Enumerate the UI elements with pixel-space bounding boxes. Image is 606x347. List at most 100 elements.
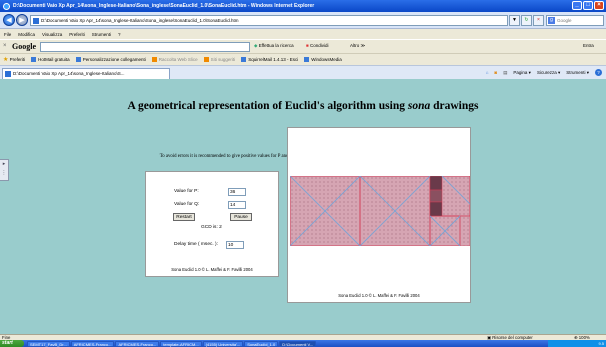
share-button-label: Condividi bbox=[309, 43, 329, 48]
safety-menu-label: Sicurezza bbox=[536, 69, 557, 75]
heading-suffix: drawings bbox=[430, 100, 479, 112]
suggested-sites-icon bbox=[203, 57, 209, 63]
google-search-input[interactable] bbox=[40, 42, 250, 52]
address-dropdown-button[interactable]: ▼ bbox=[509, 15, 520, 26]
more-button[interactable]: Altro ≫ bbox=[350, 43, 365, 49]
tools-menu[interactable]: Strumenti ▾ bbox=[566, 70, 589, 76]
favorites-link-label: HotMail gratuita bbox=[38, 56, 70, 62]
dark-square-2 bbox=[429, 189, 443, 203]
clock: 9.5 bbox=[598, 341, 604, 346]
page-icon bbox=[5, 71, 11, 77]
link-icon bbox=[31, 57, 37, 63]
google-toolbar: × Google ◆ Effettua la ricerca ■ Condivi… bbox=[0, 39, 606, 53]
signin-button[interactable]: Entra bbox=[583, 43, 594, 48]
favorites-button[interactable]: ★ Preferiti bbox=[3, 56, 25, 63]
back-button[interactable]: ◀ bbox=[3, 14, 15, 26]
home-icon[interactable]: ⌂ bbox=[486, 70, 489, 75]
taskbar-item[interactable]: template-AFRICM... bbox=[160, 340, 202, 347]
taskbar-item[interactable]: (4155) Universita'... bbox=[202, 340, 244, 347]
sona-canvas: Sona Euclid 1.0 © L. Maffei & F. Favilli… bbox=[287, 127, 471, 303]
minimize-button[interactable]: _ bbox=[572, 1, 582, 10]
delay-input[interactable]: 10 bbox=[226, 241, 244, 249]
tab-bar: D:\Documenti Vaio Xp Apr_14\sona_Inglese… bbox=[0, 65, 606, 79]
menu-edit[interactable]: Modifica bbox=[18, 32, 35, 37]
favorites-label: Preferiti bbox=[9, 57, 26, 62]
page-content: ▸ ⋮ A geometrical representation of Eucli… bbox=[0, 79, 606, 334]
page-icon bbox=[33, 18, 39, 24]
safety-menu[interactable]: Sicurezza ▾ bbox=[537, 70, 560, 76]
sona-drawing bbox=[290, 176, 470, 246]
favorites-link-customize[interactable]: Personalizzazione collegamenti bbox=[75, 56, 146, 63]
restart-button[interactable]: Restart bbox=[173, 213, 195, 221]
taskbar-item-active[interactable]: D:\Documenti V... bbox=[279, 340, 317, 347]
favorites-link-squirrelmail[interactable]: SquirrelMail 1.4.13 - Esci bbox=[241, 57, 298, 63]
maximize-button[interactable]: □ bbox=[583, 1, 593, 10]
google-logo: Google bbox=[12, 42, 36, 51]
internet-explorer-icon bbox=[3, 2, 10, 10]
dark-square-3 bbox=[429, 201, 443, 217]
tools-menu-label: Strumenti bbox=[566, 69, 586, 75]
control-panel: Value for P: 36 Value for Q: 14 Restart … bbox=[145, 171, 279, 277]
menu-favorites[interactable]: Preferiti bbox=[69, 32, 85, 37]
menu-file[interactable]: File bbox=[4, 32, 11, 37]
refresh-button[interactable]: ↻ bbox=[521, 15, 532, 26]
start-button[interactable]: start bbox=[0, 340, 24, 347]
share-button[interactable]: ■ Condividi bbox=[306, 43, 328, 48]
taskbar-item[interactable]: SEMT17_FavB_Dr... bbox=[27, 340, 70, 347]
command-bar: ⌂ ◙ ▤ Pagina ▾ Sicurezza ▾ Strumenti ▾ ? bbox=[486, 69, 602, 76]
tab-current[interactable]: D:\Documenti Vaio Xp Apr_14\sona_Inglese… bbox=[2, 68, 170, 79]
google-search-icon: g bbox=[548, 17, 555, 24]
canvas-credit: Sona Euclid 1.0 © L. Maffei & F. Favilli… bbox=[338, 293, 420, 298]
warning-text: To avoid errors it is recommended to giv… bbox=[159, 154, 295, 159]
heading-sona: sona bbox=[407, 100, 431, 112]
more-chevron-icon: ≫ bbox=[360, 43, 366, 48]
google-toolbar-close-icon[interactable]: × bbox=[3, 43, 7, 49]
tab-label: D:\Documenti Vaio Xp Apr_14\sona_Inglese… bbox=[13, 71, 125, 76]
close-button[interactable]: × bbox=[594, 1, 604, 10]
stop-button[interactable]: × bbox=[533, 15, 544, 26]
heading-text: A geometrical representation of Euclid's… bbox=[127, 100, 408, 112]
google-search-button-label: Effettua la ricerca bbox=[258, 43, 294, 48]
webslice-icon bbox=[151, 57, 157, 63]
favorites-link-webslice[interactable]: Raccolta Web Slice bbox=[151, 56, 198, 63]
forward-button[interactable]: ▶ bbox=[16, 14, 28, 26]
address-toolbar: ◀ ▶ D:\Documenti Vaio Xp Apr_14\sona_Ing… bbox=[0, 12, 606, 29]
window-title-bar[interactable]: D:\Documenti Vaio Xp Apr_14\sona_Inglese… bbox=[0, 0, 606, 12]
feeds-icon[interactable]: ◙ bbox=[494, 70, 497, 75]
page-menu-label: Pagina bbox=[513, 69, 528, 75]
p-input[interactable]: 36 bbox=[228, 188, 246, 196]
link-icon bbox=[304, 57, 310, 63]
p-label: Value for P: bbox=[174, 189, 199, 194]
dark-square-1 bbox=[429, 176, 443, 191]
taskbar-item[interactable]: SonaEuclid_1.0 bbox=[244, 340, 279, 347]
sidebar-expand-handle[interactable]: ▸ ⋮ bbox=[0, 159, 9, 181]
menu-bar: File Modifica Visualizza Preferiti Strum… bbox=[0, 29, 606, 39]
taskbar-item[interactable]: AFRICMES-Franco... bbox=[115, 340, 160, 347]
q-input[interactable]: 14 bbox=[228, 201, 246, 209]
help-icon[interactable]: ? bbox=[595, 69, 602, 76]
menu-help[interactable]: ? bbox=[118, 32, 121, 37]
system-tray: 9.5 bbox=[548, 340, 606, 347]
favorites-link-label: Siti suggeriti bbox=[210, 56, 236, 62]
panel-credit: Sona Euclid 1.0 © L. Maffei & F. Favilli… bbox=[171, 267, 253, 272]
menu-tools[interactable]: Strumenti bbox=[92, 32, 111, 37]
favorites-link-suggested[interactable]: Siti suggeriti bbox=[203, 56, 236, 63]
q-label: Value for Q: bbox=[174, 202, 200, 207]
link-icon bbox=[241, 57, 247, 63]
grid-area bbox=[290, 176, 470, 246]
taskbar-item[interactable]: AFRICMES-Franco... bbox=[70, 340, 115, 347]
pause-button[interactable]: Pause bbox=[230, 213, 252, 221]
search-box[interactable]: g Google bbox=[546, 15, 604, 26]
address-input[interactable]: D:\Documenti Vaio Xp Apr_14\sona_Inglese… bbox=[30, 15, 508, 26]
favorites-link-hotmail[interactable]: HotMail gratuita bbox=[31, 56, 70, 63]
favorites-link-label: Personalizzazione collegamenti bbox=[82, 56, 146, 62]
print-icon[interactable]: ▤ bbox=[503, 70, 507, 76]
page-menu[interactable]: Pagina ▾ bbox=[513, 70, 531, 76]
window-title: D:\Documenti Vaio Xp Apr_14\sona_Inglese… bbox=[13, 3, 315, 9]
menu-view[interactable]: Visualizza bbox=[42, 32, 62, 37]
more-label: Altro bbox=[350, 43, 360, 48]
google-search-button[interactable]: ◆ Effettua la ricerca bbox=[254, 43, 294, 49]
favorites-link-windowsmedia[interactable]: WindowsMedia bbox=[304, 57, 342, 63]
search-placeholder: Google bbox=[557, 18, 572, 23]
favorites-link-label: Raccolta Web Slice bbox=[158, 56, 198, 62]
